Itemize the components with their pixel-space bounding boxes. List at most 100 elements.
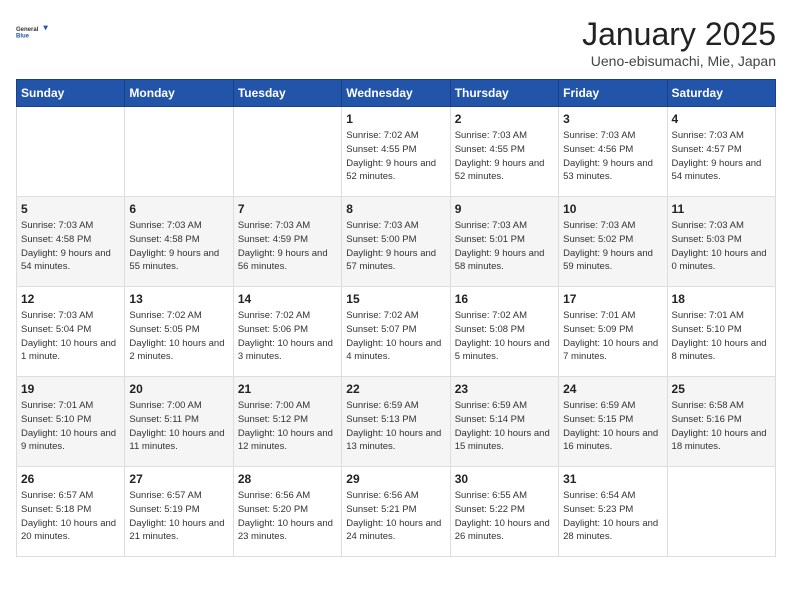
calendar-cell: 31Sunrise: 6:54 AMSunset: 5:23 PMDayligh… [559, 467, 667, 557]
calendar-cell: 18 Sunrise: 7:01 AMSunset: 5:10 PMDayligh… [667, 287, 775, 377]
day-info: Sunrise: 7:03 AMSunset: 4:59 PMDaylight:… [238, 219, 337, 274]
day-number: 25 [672, 382, 771, 396]
day-info: Sunrise: 7:02 AMSunset: 5:07 PMDaylight:… [346, 309, 445, 364]
calendar-cell: 4Sunrise: 7:03 AMSunset: 4:57 PMDaylight… [667, 107, 775, 197]
calendar-cell [125, 107, 233, 197]
day-info: Sunrise: 7:03 AMSunset: 5:04 PMDaylight:… [21, 309, 120, 364]
col-header-monday: Monday [125, 80, 233, 107]
calendar-cell: 17Sunrise: 7:01 AMSunset: 5:09 PMDayligh… [559, 287, 667, 377]
day-info: Sunrise: 6:56 AMSunset: 5:21 PMDaylight:… [346, 489, 445, 544]
day-number: 7 [238, 202, 337, 216]
calendar-cell: 2 Sunrise: 7:03 AMSunset: 4:55 PMDaylight… [450, 107, 558, 197]
calendar-cell: 14 Sunrise: 7:02 AMSunset: 5:06 PMDayligh… [233, 287, 341, 377]
calendar-cell: 22Sunrise: 6:59 AMSunset: 5:13 PMDayligh… [342, 377, 450, 467]
calendar-cell: 29 Sunrise: 6:56 AMSunset: 5:21 PMDayligh… [342, 467, 450, 557]
day-number: 27 [129, 472, 228, 486]
day-number: 4 [672, 112, 771, 126]
day-number: 21 [238, 382, 337, 396]
title-area: January 2025 Ueno-ebisumachi, Mie, Japan [582, 16, 776, 69]
day-info: Sunrise: 6:58 AMSunset: 5:16 PMDaylight:… [672, 399, 771, 454]
day-number: 9 [455, 202, 554, 216]
logo-icon: GeneralBlue [16, 16, 48, 48]
calendar-cell: 26 Sunrise: 6:57 AMSunset: 5:18 PMDayligh… [17, 467, 125, 557]
calendar-cell: 15Sunrise: 7:02 AMSunset: 5:07 PMDayligh… [342, 287, 450, 377]
svg-text:General: General [16, 27, 39, 33]
calendar-cell: 30 Sunrise: 6:55 AMSunset: 5:22 PMDayligh… [450, 467, 558, 557]
calendar-table: SundayMondayTuesdayWednesdayThursdayFrid… [16, 79, 776, 557]
day-info: Sunrise: 6:56 AMSunset: 5:20 PMDaylight:… [238, 489, 337, 544]
day-number: 31 [563, 472, 662, 486]
day-info: Sunrise: 7:03 AMSunset: 4:55 PMDaylight:… [455, 129, 554, 184]
month-title: January 2025 [582, 16, 776, 53]
calendar-cell [17, 107, 125, 197]
day-info: Sunrise: 7:00 AMSunset: 5:12 PMDaylight:… [238, 399, 337, 454]
day-number: 20 [129, 382, 228, 396]
day-info: Sunrise: 7:02 AMSunset: 5:05 PMDaylight:… [129, 309, 228, 364]
calendar-cell: 9 Sunrise: 7:03 AMSunset: 5:01 PMDaylight… [450, 197, 558, 287]
day-info: Sunrise: 7:03 AMSunset: 5:01 PMDaylight:… [455, 219, 554, 274]
calendar-cell: 5Sunrise: 7:03 AMSunset: 4:58 PMDaylight… [17, 197, 125, 287]
day-number: 28 [238, 472, 337, 486]
day-number: 5 [21, 202, 120, 216]
day-info: Sunrise: 7:03 AMSunset: 5:00 PMDaylight:… [346, 219, 445, 274]
day-number: 29 [346, 472, 445, 486]
calendar-cell: 20 Sunrise: 7:00 AMSunset: 5:11 PMDayligh… [125, 377, 233, 467]
day-info: Sunrise: 7:03 AMSunset: 5:02 PMDaylight:… [563, 219, 662, 274]
day-number: 16 [455, 292, 554, 306]
day-info: Sunrise: 6:57 AMSunset: 5:18 PMDaylight:… [21, 489, 120, 544]
calendar-cell: 1Sunrise: 7:02 AMSunset: 4:55 PMDaylight… [342, 107, 450, 197]
day-info: Sunrise: 7:03 AMSunset: 5:03 PMDaylight:… [672, 219, 771, 274]
day-number: 19 [21, 382, 120, 396]
day-info: Sunrise: 7:02 AMSunset: 5:08 PMDaylight:… [455, 309, 554, 364]
calendar-cell: 16 Sunrise: 7:02 AMSunset: 5:08 PMDayligh… [450, 287, 558, 377]
day-number: 30 [455, 472, 554, 486]
calendar-cell: 21 Sunrise: 7:00 AMSunset: 5:12 PMDayligh… [233, 377, 341, 467]
calendar-cell [233, 107, 341, 197]
calendar-cell: 6Sunrise: 7:03 AMSunset: 4:58 PMDaylight… [125, 197, 233, 287]
col-header-thursday: Thursday [450, 80, 558, 107]
calendar-cell: 19 Sunrise: 7:01 AMSunset: 5:10 PMDayligh… [17, 377, 125, 467]
day-number: 18 [672, 292, 771, 306]
col-header-tuesday: Tuesday [233, 80, 341, 107]
calendar-cell: 28 Sunrise: 6:56 AMSunset: 5:20 PMDayligh… [233, 467, 341, 557]
calendar-cell: 23 Sunrise: 6:59 AMSunset: 5:14 PMDayligh… [450, 377, 558, 467]
calendar-cell: 27 Sunrise: 6:57 AMSunset: 5:19 PMDayligh… [125, 467, 233, 557]
day-number: 22 [346, 382, 445, 396]
day-number: 14 [238, 292, 337, 306]
day-number: 17 [563, 292, 662, 306]
day-number: 3 [563, 112, 662, 126]
col-header-friday: Friday [559, 80, 667, 107]
day-number: 24 [563, 382, 662, 396]
calendar-cell: 10 Sunrise: 7:03 AMSunset: 5:02 PMDayligh… [559, 197, 667, 287]
day-info: Sunrise: 7:02 AMSunset: 5:06 PMDaylight:… [238, 309, 337, 364]
day-info: Sunrise: 6:55 AMSunset: 5:22 PMDaylight:… [455, 489, 554, 544]
day-info: Sunrise: 6:57 AMSunset: 5:19 PMDaylight:… [129, 489, 228, 544]
day-number: 1 [346, 112, 445, 126]
calendar-cell: 3Sunrise: 7:03 AMSunset: 4:56 PMDaylight… [559, 107, 667, 197]
calendar-cell: 8 Sunrise: 7:03 AMSunset: 5:00 PMDaylight… [342, 197, 450, 287]
day-info: Sunrise: 7:00 AMSunset: 5:11 PMDaylight:… [129, 399, 228, 454]
calendar-cell: 25 Sunrise: 6:58 AMSunset: 5:16 PMDayligh… [667, 377, 775, 467]
col-header-saturday: Saturday [667, 80, 775, 107]
calendar-cell: 11 Sunrise: 7:03 AMSunset: 5:03 PMDayligh… [667, 197, 775, 287]
col-header-wednesday: Wednesday [342, 80, 450, 107]
day-info: Sunrise: 7:01 AMSunset: 5:10 PMDaylight:… [672, 309, 771, 364]
location-subtitle: Ueno-ebisumachi, Mie, Japan [582, 53, 776, 69]
calendar-cell [667, 467, 775, 557]
day-number: 11 [672, 202, 771, 216]
col-header-sunday: Sunday [17, 80, 125, 107]
day-number: 13 [129, 292, 228, 306]
day-number: 26 [21, 472, 120, 486]
day-number: 2 [455, 112, 554, 126]
day-number: 8 [346, 202, 445, 216]
day-info: Sunrise: 7:01 AMSunset: 5:10 PMDaylight:… [21, 399, 120, 454]
day-number: 6 [129, 202, 228, 216]
logo: GeneralBlue [16, 16, 48, 48]
day-number: 12 [21, 292, 120, 306]
page-header: GeneralBlue January 2025 Ueno-ebisumachi… [16, 16, 776, 69]
day-info: Sunrise: 6:59 AMSunset: 5:14 PMDaylight:… [455, 399, 554, 454]
calendar-cell: 7 Sunrise: 7:03 AMSunset: 4:59 PMDaylight… [233, 197, 341, 287]
day-info: Sunrise: 6:59 AMSunset: 5:15 PMDaylight:… [563, 399, 662, 454]
day-number: 10 [563, 202, 662, 216]
day-number: 23 [455, 382, 554, 396]
